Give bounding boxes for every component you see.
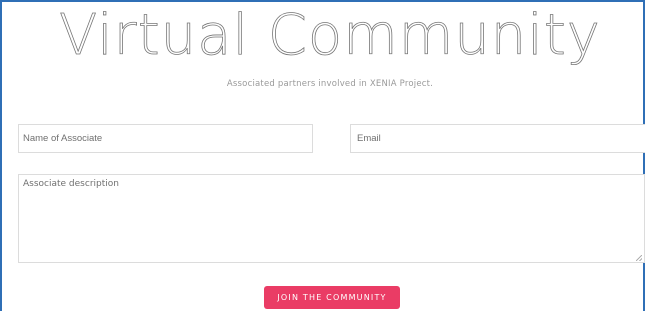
join-community-button[interactable]: JOIN THE COMMUNITY xyxy=(264,286,400,309)
associate-name-input[interactable] xyxy=(18,124,313,153)
page-subtitle: Associated partners involved in XENIA Pr… xyxy=(226,79,434,89)
email-input[interactable] xyxy=(350,124,645,153)
textarea-resize-handle[interactable] xyxy=(636,255,642,261)
associate-description-textarea[interactable] xyxy=(18,174,645,263)
page-title: Virtual Community xyxy=(59,3,601,68)
